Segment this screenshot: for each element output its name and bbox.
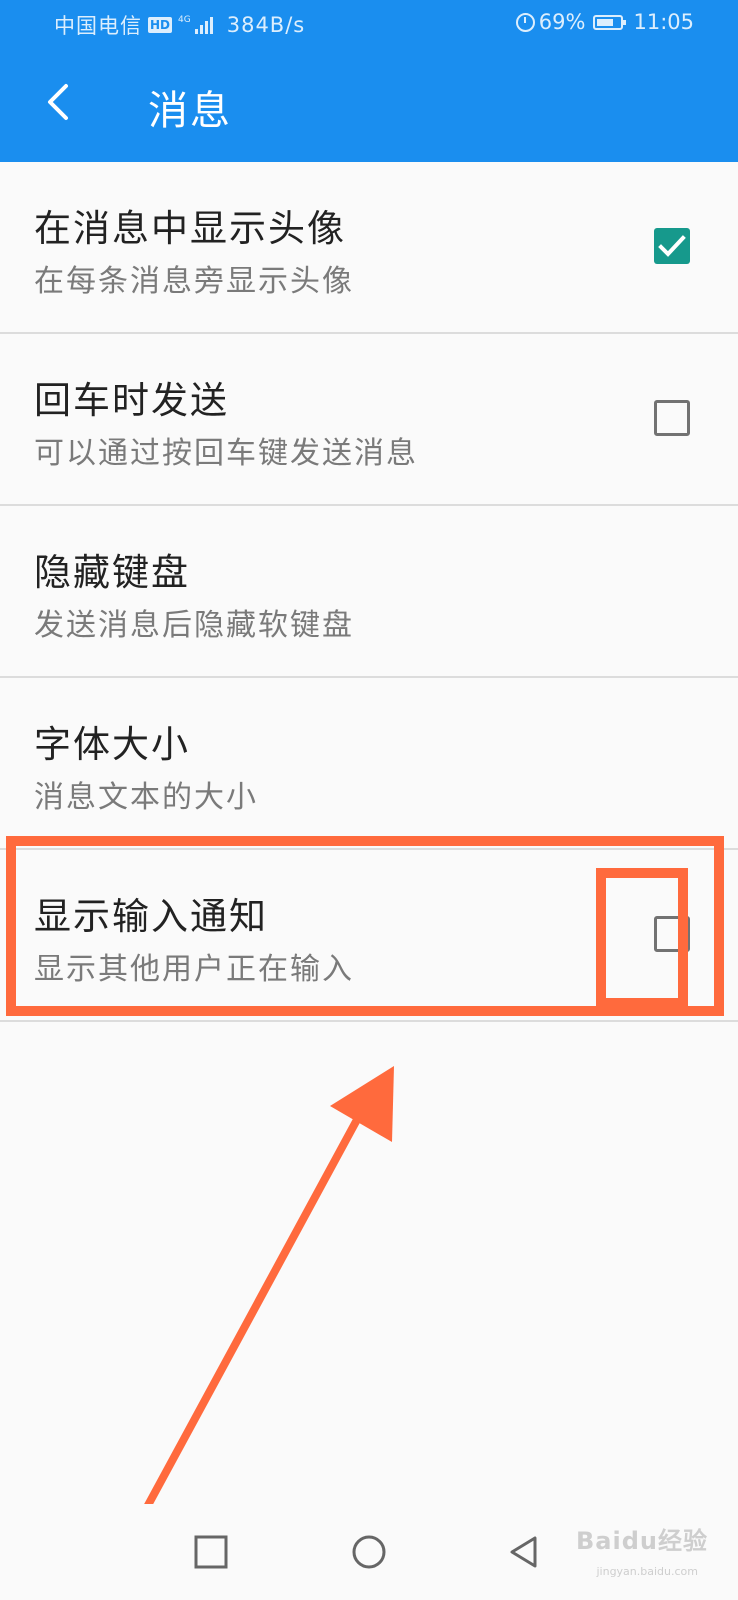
setting-subtitle: 发送消息后隐藏软键盘 bbox=[34, 608, 354, 643]
setting-subtitle: 可以通过按回车键发送消息 bbox=[34, 436, 418, 471]
battery-percent: 69% bbox=[538, 10, 586, 34]
status-right: 69% 11:05 bbox=[515, 10, 694, 34]
setting-subtitle: 显示其他用户正在输入 bbox=[34, 952, 354, 987]
setting-title: 显示输入通知 bbox=[34, 895, 268, 938]
page-title: 消息 bbox=[148, 88, 232, 134]
status-left: 中国电信 HD 4G 384B/s bbox=[54, 10, 305, 40]
setting-title: 隐藏键盘 bbox=[34, 551, 190, 594]
square-icon bbox=[194, 1535, 228, 1569]
clock: 11:05 bbox=[633, 10, 694, 34]
network-label: 4G bbox=[178, 15, 191, 25]
signal-icon: 4G bbox=[178, 16, 213, 34]
recents-button[interactable] bbox=[189, 1530, 233, 1574]
watermark-subtext: jingyan.baidu.com bbox=[596, 1565, 698, 1578]
status-bar: 中国电信 HD 4G 384B/s 69% 11:05 bbox=[0, 0, 738, 50]
triangle-back-icon bbox=[510, 1536, 537, 1568]
setting-subtitle: 消息文本的大小 bbox=[34, 780, 258, 815]
checkmark-icon bbox=[658, 235, 686, 257]
alarm-icon bbox=[515, 12, 535, 32]
battery-icon bbox=[593, 14, 627, 30]
watermark-text: Baidu经验 bbox=[576, 1527, 708, 1555]
home-button[interactable] bbox=[347, 1530, 391, 1574]
app-screen: 中国电信 HD 4G 384B/s 69% 11:05 消息 在消息中显示头像 … bbox=[0, 0, 738, 1600]
setting-title: 在消息中显示头像 bbox=[34, 207, 346, 250]
setting-typing-notification[interactable]: 显示输入通知 显示其他用户正在输入 bbox=[0, 850, 738, 1022]
typing-notification-checkbox[interactable] bbox=[654, 916, 690, 952]
back-button[interactable] bbox=[30, 72, 90, 132]
carrier-label: 中国电信 bbox=[54, 14, 142, 38]
circle-icon bbox=[352, 1535, 386, 1569]
setting-title: 字体大小 bbox=[34, 723, 190, 766]
setting-title: 回车时发送 bbox=[34, 379, 229, 422]
settings-list: 在消息中显示头像 在每条消息旁显示头像 回车时发送 可以通过按回车键发送消息 隐… bbox=[0, 162, 738, 1022]
setting-subtitle: 在每条消息旁显示头像 bbox=[34, 264, 354, 299]
send-on-enter-checkbox[interactable] bbox=[654, 400, 690, 436]
chevron-left-icon bbox=[48, 84, 68, 120]
setting-send-on-enter[interactable]: 回车时发送 可以通过按回车键发送消息 bbox=[0, 334, 738, 506]
setting-show-avatar[interactable]: 在消息中显示头像 在每条消息旁显示头像 bbox=[0, 162, 738, 334]
setting-hide-keyboard[interactable]: 隐藏键盘 发送消息后隐藏软键盘 bbox=[0, 506, 738, 678]
nav-back-button[interactable] bbox=[503, 1530, 547, 1574]
network-speed: 384B/s bbox=[226, 13, 306, 37]
show-avatar-checkbox[interactable] bbox=[654, 228, 690, 264]
hd-badge: HD bbox=[148, 17, 173, 33]
setting-font-size[interactable]: 字体大小 消息文本的大小 bbox=[0, 678, 738, 850]
app-bar: 消息 bbox=[0, 50, 738, 162]
